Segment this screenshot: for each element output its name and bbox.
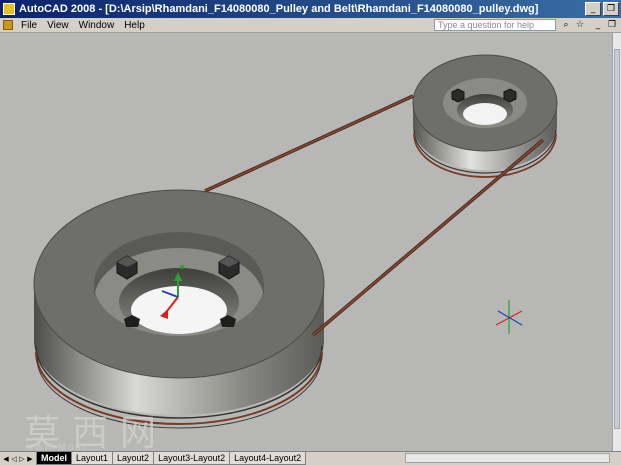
doc-minimize-icon[interactable]: _ (592, 19, 604, 31)
menu-window[interactable]: Window (74, 20, 120, 31)
search-icon[interactable]: ⌕ (560, 19, 572, 31)
tab-layout4[interactable]: Layout4-Layout2 (229, 452, 307, 465)
horizontal-scrollbar[interactable] (405, 453, 610, 463)
tab-layout3[interactable]: Layout3-Layout2 (153, 452, 231, 465)
window-controls: _ ❐ (585, 2, 619, 16)
tab-model[interactable]: Model (36, 452, 72, 465)
minimize-button[interactable]: _ (585, 2, 601, 16)
tab-layout1[interactable]: Layout1 (71, 452, 114, 465)
menu-view[interactable]: View (42, 20, 74, 31)
scroll-thumb[interactable] (614, 49, 620, 429)
ucs-icon (495, 300, 523, 334)
tab-first-icon[interactable]: ◀ (2, 454, 10, 464)
tab-last-icon[interactable]: ▶ (26, 454, 34, 464)
doc-restore-icon[interactable]: ❐ (606, 19, 618, 31)
tab-next-icon[interactable]: ▷ (18, 454, 26, 464)
star-icon[interactable]: ☆ (574, 19, 586, 31)
menu-help[interactable]: Help (119, 20, 150, 31)
window-title: AutoCAD 2008 - [D:\Arsip\Rhamdani_F14080… (19, 3, 539, 15)
small-pulley[interactable] (412, 54, 558, 178)
title-bar: AutoCAD 2008 - [D:\Arsip\Rhamdani_F14080… (0, 0, 621, 18)
vertical-scrollbar[interactable] (612, 33, 621, 451)
pulley-drawing (33, 54, 558, 429)
restore-button[interactable]: ❐ (603, 2, 619, 16)
model-viewport[interactable]: 莫西网 www.Mosi... (0, 33, 612, 451)
menu-file[interactable]: File (16, 20, 42, 31)
document-icon[interactable] (3, 20, 13, 30)
tab-nav: ◀ ◁ ▷ ▶ (2, 454, 34, 464)
tab-prev-icon[interactable]: ◁ (10, 454, 18, 464)
tab-layout2[interactable]: Layout2 (112, 452, 155, 465)
large-pulley[interactable] (33, 189, 325, 429)
help-search-input[interactable]: Type a question for help (434, 19, 556, 31)
app-icon[interactable] (3, 3, 15, 15)
